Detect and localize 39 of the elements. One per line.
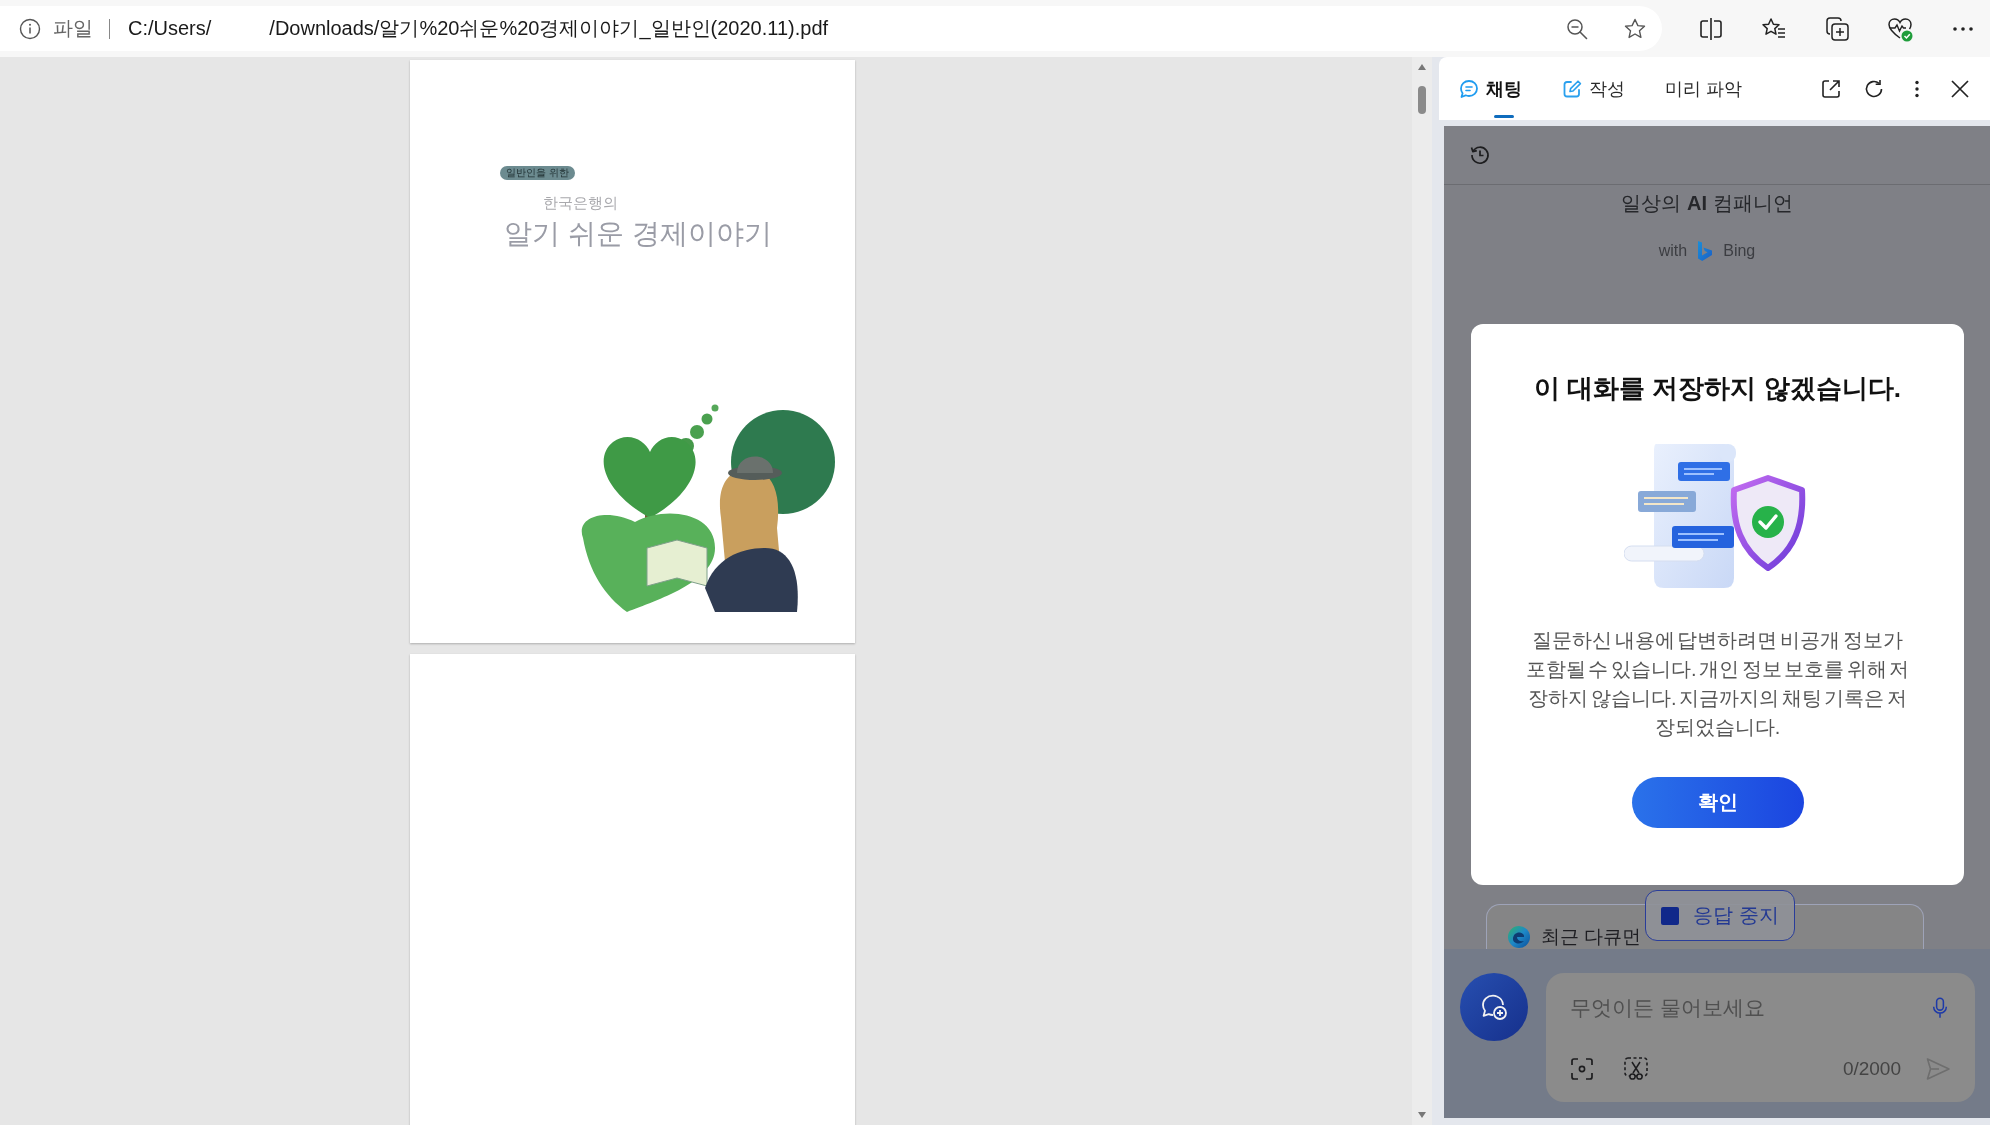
chat-bubble-icon (1459, 78, 1479, 99)
cover-title: 알기 쉬운 경제이야기 (504, 217, 772, 251)
close-icon[interactable] (1949, 77, 1971, 100)
collections-icon[interactable] (1824, 15, 1850, 42)
favorite-star-icon[interactable] (1623, 16, 1647, 41)
cover-badge: 일반인을 위한 (500, 166, 575, 180)
b-logo-icon (1697, 240, 1714, 262)
screenshot-icon[interactable] (1570, 1057, 1594, 1081)
edge-logo-icon (1507, 925, 1531, 949)
refresh-icon[interactable] (1863, 77, 1885, 100)
url-text: C:/Users/ (128, 17, 212, 40)
scissors-icon[interactable] (1623, 1056, 1649, 1082)
edit-icon (1562, 78, 1582, 99)
address-bar[interactable]: 파일 C:/Users/ /Downloads/알기%20쉬운%20경제이야기_일반인(2020.11).pdf (0, 6, 1662, 51)
tab[interactable]: 미리 파악 (1665, 57, 1742, 120)
companion-heading: 일상의 AI 컴패니언 (1620, 191, 1794, 215)
split-screen-icon[interactable] (1698, 15, 1724, 42)
tab[interactable]: 채팅 (1459, 57, 1522, 120)
stop-icon (1661, 906, 1679, 925)
cover-subtitle: 한국은행의 (543, 194, 618, 212)
with-label: with (1658, 242, 1688, 260)
dialog-title: 이 대화를 저장하지 않겠습니다. (1534, 372, 1901, 405)
character-counter: 0/2000 (1842, 1058, 1901, 1080)
external-link-icon[interactable] (1820, 77, 1842, 100)
history-icon[interactable] (1469, 144, 1491, 166)
info-icon[interactable] (19, 17, 41, 40)
scroll-down-icon[interactable] (1417, 1111, 1427, 1119)
scroll-up-icon[interactable] (1417, 63, 1427, 71)
brand-name: Bing (1723, 242, 1756, 260)
tab[interactable]: 작성 (1562, 57, 1625, 120)
message-input[interactable]: 무엇이든 물어보세요 (1570, 992, 1917, 1024)
dialog-message: 질문하신 내용에 답변하려면 비공개 정보가 포함될 수 있습니다. 개인 정보 보호를 위해 저장하지 않습니다. 지금까지의 채팅 기록은 저장되었습니다. (1524, 628, 1911, 740)
confirm-button[interactable]: 확인 (1631, 777, 1804, 828)
card-text: 최근 다큐먼 (1541, 925, 1642, 949)
scheme-label: 파일 (53, 16, 93, 41)
scrollbar-thumb[interactable] (1418, 86, 1426, 114)
zoom-out-icon[interactable] (1565, 16, 1589, 41)
heart-pulse-icon[interactable] (1887, 15, 1913, 42)
url-text: /Downloads/알기%20쉬운%20경제이야기_일반인(2020.11).pdf (269, 16, 829, 42)
